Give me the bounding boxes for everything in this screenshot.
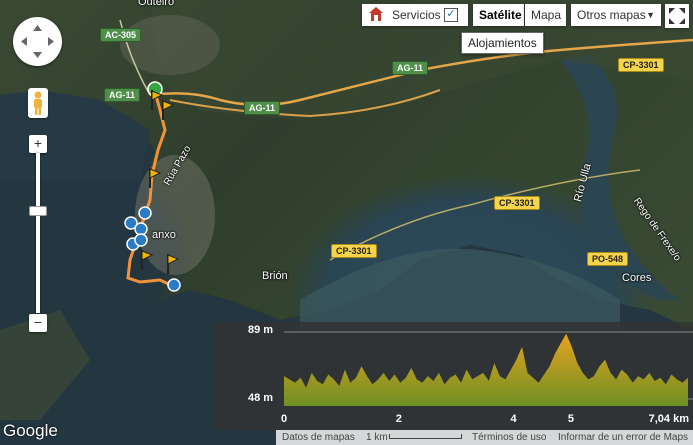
zoom-control: + − — [29, 135, 47, 335]
zoom-slider-thumb[interactable] — [29, 206, 47, 216]
pan-control[interactable] — [13, 17, 62, 66]
other-maps-dropdown[interactable]: Otros mapas ▼ — [571, 4, 661, 26]
road-shield-ag11-c: AG-11 — [392, 61, 429, 75]
report-error-link[interactable]: Informar de un error de Maps — [558, 430, 688, 445]
place-outeiro: Outeiro — [138, 0, 175, 8]
terms-link[interactable]: Términos de uso — [472, 430, 546, 445]
map-data-link[interactable]: Datos de mapas — [282, 430, 355, 445]
services-toggle[interactable]: Servicios ✓ — [362, 4, 468, 26]
place-cores: Cores — [622, 272, 652, 284]
services-checkbox[interactable]: ✓ — [444, 8, 458, 22]
elevation-x-tick: 7,04 km — [648, 413, 689, 425]
road-shield-ag11-a: AG-11 — [104, 88, 141, 102]
services-label: Servicios — [392, 8, 441, 22]
road-shield-cp3301-c: CP-3301 — [331, 244, 377, 258]
google-logo[interactable]: Google — [3, 421, 58, 441]
road-shield-cp3301-a: CP-3301 — [618, 58, 664, 72]
map-footer: Datos de mapas 1 km Términos de uso Info… — [276, 430, 693, 445]
accommodation-tooltip: Alojamientos — [461, 32, 544, 54]
satellite-button[interactable]: Satélite — [473, 4, 524, 26]
road-shield-po548: PO-548 — [587, 252, 629, 266]
elevation-x-tick: 0 — [281, 413, 288, 425]
elevation-profile-panel: 89 m 48 m 0 2 4 5 7,04 km — [214, 322, 693, 430]
satellite-map[interactable]: AC-305 AG-11 AG-11 AG-11 CP-3301 CP-3301… — [0, 0, 693, 445]
fullscreen-icon — [669, 8, 685, 24]
elevation-x-tick: 4 — [510, 413, 517, 425]
other-maps-label: Otros mapas — [577, 8, 646, 22]
zoom-out-button[interactable]: − — [29, 314, 47, 332]
place-brion: Brión — [262, 270, 288, 282]
road-shield-ag11-b: AG-11 — [244, 101, 281, 115]
elevation-x-tick: 5 — [567, 413, 575, 425]
road-shield-ac305: AC-305 — [100, 28, 142, 42]
pan-arrows-icon — [21, 25, 54, 58]
chevron-down-icon: ▼ — [646, 10, 655, 20]
scale-label: 1 km — [366, 432, 388, 443]
fullscreen-button[interactable] — [665, 4, 689, 28]
elevation-x-tick: 2 — [395, 413, 402, 425]
place-rianxo: anxo — [152, 229, 176, 241]
pegman-icon[interactable] — [28, 88, 48, 118]
elevation-area — [284, 333, 688, 406]
road-shield-cp3301-b: CP-3301 — [494, 196, 540, 210]
zoom-slider-track[interactable] — [36, 153, 40, 313]
map-button[interactable]: Mapa — [525, 4, 566, 26]
scale-bar — [389, 434, 462, 439]
zoom-in-button[interactable]: + — [29, 135, 47, 153]
services-home-icon — [368, 6, 384, 22]
